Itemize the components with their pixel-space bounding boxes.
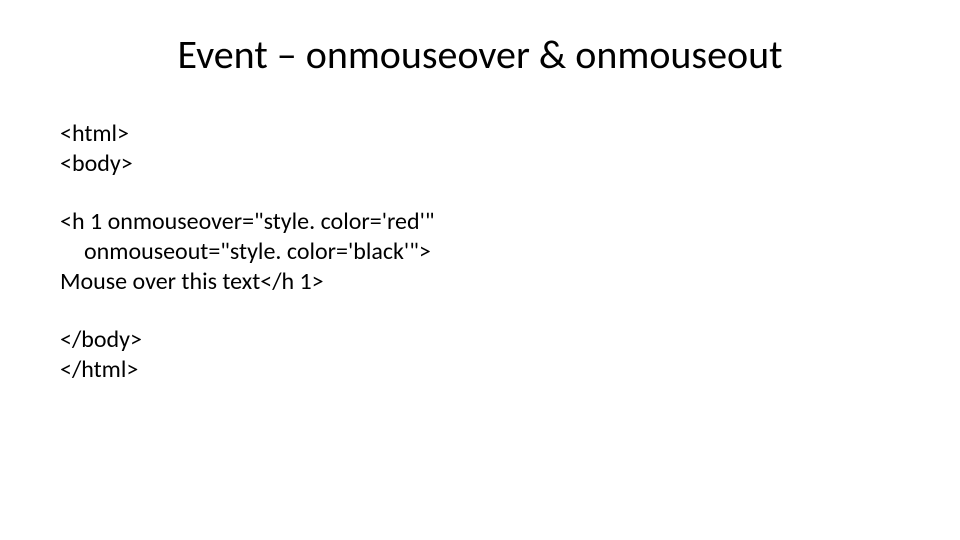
code-line: <h 1 onmouseover="style. color='red'" [60, 207, 900, 237]
code-line: onmouseout="style. color='black'"> [60, 237, 900, 267]
code-line: Mouse over this text</h 1> [60, 267, 900, 297]
code-block-2: <h 1 onmouseover="style. color='red'" on… [60, 207, 900, 297]
code-block-1: <html> <body> [60, 119, 900, 179]
code-line: <html> [60, 119, 900, 149]
code-line: <body> [60, 149, 900, 179]
code-line: </body> [60, 325, 900, 355]
slide: Event – onmouseover & onmouseout <html> … [0, 0, 960, 540]
slide-title: Event – onmouseover & onmouseout [60, 30, 900, 79]
code-block-3: </body> </html> [60, 325, 900, 385]
code-line: </html> [60, 355, 900, 385]
slide-body: <html> <body> <h 1 onmouseover="style. c… [60, 119, 900, 385]
